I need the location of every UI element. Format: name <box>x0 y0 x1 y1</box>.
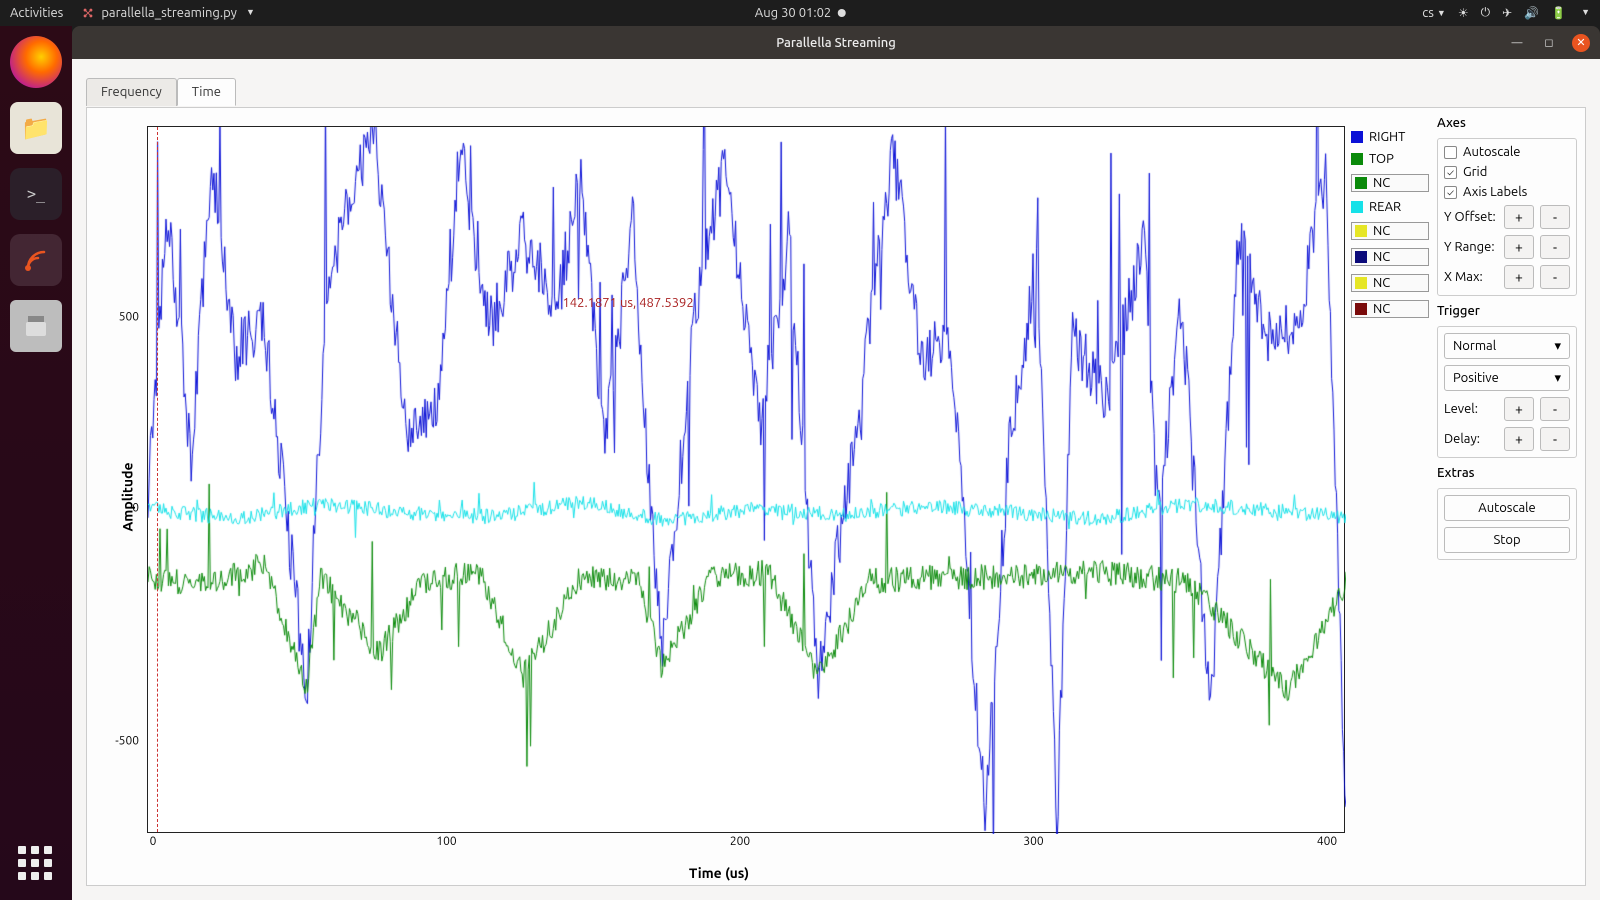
chevron-down-icon: ▾ <box>1554 371 1561 386</box>
legend-swatch-icon <box>1351 131 1363 143</box>
yoffset-plus-button[interactable]: + <box>1504 205 1534 229</box>
keyboard-layout-indicator[interactable]: cs▼ <box>1422 6 1446 20</box>
legend-item[interactable]: TOP <box>1351 152 1429 166</box>
script-icon <box>81 6 95 20</box>
dock-files[interactable]: 📁 <box>10 102 62 154</box>
yrange-plus-button[interactable]: + <box>1504 235 1534 259</box>
yoffset-minus-button[interactable]: - <box>1540 205 1570 229</box>
extras-heading: Extras <box>1437 466 1577 480</box>
system-menu-caret-icon[interactable]: ▼ <box>1581 7 1590 17</box>
level-plus-button[interactable]: + <box>1504 397 1534 421</box>
legend-swatch-icon <box>1355 251 1367 263</box>
dock-current-app[interactable] <box>10 234 62 286</box>
x-axis-label: Time (us) <box>689 865 749 881</box>
legend-swatch-icon <box>1355 225 1367 237</box>
tab-time[interactable]: Time <box>177 78 236 106</box>
dock-terminal[interactable]: >_ <box>10 168 62 220</box>
window-close-button[interactable]: ✕ <box>1572 34 1590 52</box>
trigger-edge-select[interactable]: Positive▾ <box>1444 365 1570 391</box>
gnome-topbar: Activities parallella_streaming.py ▼ Aug… <box>0 0 1600 26</box>
app-window: Frequency Time Amplitude Time (us) -500 … <box>72 59 1600 900</box>
trigger-mode-select[interactable]: Normal▾ <box>1444 333 1570 359</box>
checkbox-icon <box>1444 146 1457 159</box>
window-title: Parallella Streaming <box>776 36 896 50</box>
battery-icon[interactable]: 🔋 <box>1551 6 1566 20</box>
yrange-label: Y Range: <box>1444 240 1498 254</box>
level-label: Level: <box>1444 402 1498 416</box>
legend-swatch-icon <box>1355 277 1367 289</box>
level-minus-button[interactable]: - <box>1540 397 1570 421</box>
window-minimize-button[interactable]: ― <box>1508 34 1526 52</box>
legend-item[interactable]: NC <box>1351 222 1429 240</box>
control-panel: Axes Autoscale ✓Grid ✓Axis Labels Y Offs… <box>1429 108 1585 885</box>
plot-frame: 142.1871 us, 487.5392 <box>147 126 1345 833</box>
legend-item[interactable]: NC <box>1351 274 1429 292</box>
legend-swatch-icon <box>1351 153 1363 165</box>
chart-area[interactable]: Amplitude Time (us) -500 0 500 0 100 200… <box>87 108 1351 885</box>
grid-checkbox-row[interactable]: ✓Grid <box>1444 165 1570 179</box>
legend-item[interactable]: REAR <box>1351 200 1429 214</box>
ubuntu-dock: 📁 >_ <box>0 26 72 900</box>
delay-minus-button[interactable]: - <box>1540 427 1570 451</box>
cursor-readout: 142.1871 us, 487.5392 <box>562 296 693 310</box>
streaming-app-icon <box>18 242 54 278</box>
axes-box: Autoscale ✓Grid ✓Axis Labels Y Offset:+-… <box>1437 138 1577 296</box>
plot-canvas[interactable] <box>148 127 1346 834</box>
caret-down-icon: ▼ <box>246 7 255 17</box>
dock-firefox[interactable] <box>10 36 62 88</box>
notification-dot-icon <box>837 9 845 17</box>
axis-labels-checkbox-row[interactable]: ✓Axis Labels <box>1444 185 1570 199</box>
legend-item[interactable]: NC <box>1351 248 1429 266</box>
legend-item[interactable]: RIGHT <box>1351 130 1429 144</box>
checkbox-checked-icon: ✓ <box>1444 166 1457 179</box>
legend-swatch-icon <box>1355 303 1367 315</box>
xmax-minus-button[interactable]: - <box>1540 265 1570 289</box>
tab-content: Amplitude Time (us) -500 0 500 0 100 200… <box>86 107 1586 886</box>
tab-strip: Frequency Time <box>72 59 1600 105</box>
legend-swatch-icon <box>1355 177 1367 189</box>
delay-label: Delay: <box>1444 432 1498 446</box>
delay-plus-button[interactable]: + <box>1504 427 1534 451</box>
autoscale-checkbox-row[interactable]: Autoscale <box>1444 145 1570 159</box>
usb-drive-icon <box>22 312 50 340</box>
network-icon[interactable]: ⏻ <box>1481 6 1491 20</box>
window-titlebar: Parallella Streaming ― ◻ ✕ <box>72 26 1600 59</box>
autoscale-button[interactable]: Autoscale <box>1444 495 1570 521</box>
trigger-heading: Trigger <box>1437 304 1577 318</box>
y-ticks: -500 0 500 <box>87 126 145 833</box>
xmax-plus-button[interactable]: + <box>1504 265 1534 289</box>
axes-heading: Axes <box>1437 116 1577 130</box>
trigger-cursor-line <box>157 127 158 832</box>
legend: RIGHT TOP NC REAR NC NC NC NC <box>1351 108 1429 885</box>
window-maximize-button[interactable]: ◻ <box>1540 34 1558 52</box>
legend-item[interactable]: NC <box>1351 300 1429 318</box>
tab-frequency[interactable]: Frequency <box>86 78 177 106</box>
checkbox-checked-icon: ✓ <box>1444 186 1457 199</box>
chevron-down-icon: ▾ <box>1554 339 1561 354</box>
legend-swatch-icon <box>1351 201 1363 213</box>
dock-usb[interactable] <box>10 300 62 352</box>
yrange-minus-button[interactable]: - <box>1540 235 1570 259</box>
x-ticks: 0 100 200 300 400 <box>147 835 1345 851</box>
clock[interactable]: Aug 30 01:02 <box>755 6 846 20</box>
legend-item[interactable]: NC <box>1351 174 1429 192</box>
activities-button[interactable]: Activities <box>10 6 63 20</box>
xmax-label: X Max: <box>1444 270 1498 284</box>
app-menu[interactable]: parallella_streaming.py ▼ <box>81 6 255 20</box>
extras-box: Autoscale Stop <box>1437 488 1577 560</box>
stop-button[interactable]: Stop <box>1444 527 1570 553</box>
brightness-icon[interactable]: ☀ <box>1458 6 1469 20</box>
trigger-box: Normal▾ Positive▾ Level: +- Delay: +- <box>1437 326 1577 458</box>
yoffset-label: Y Offset: <box>1444 210 1498 224</box>
airplane-icon[interactable]: ✈ <box>1502 6 1512 20</box>
show-applications-button[interactable] <box>18 846 54 882</box>
volume-icon[interactable]: 🔊 <box>1524 6 1539 20</box>
